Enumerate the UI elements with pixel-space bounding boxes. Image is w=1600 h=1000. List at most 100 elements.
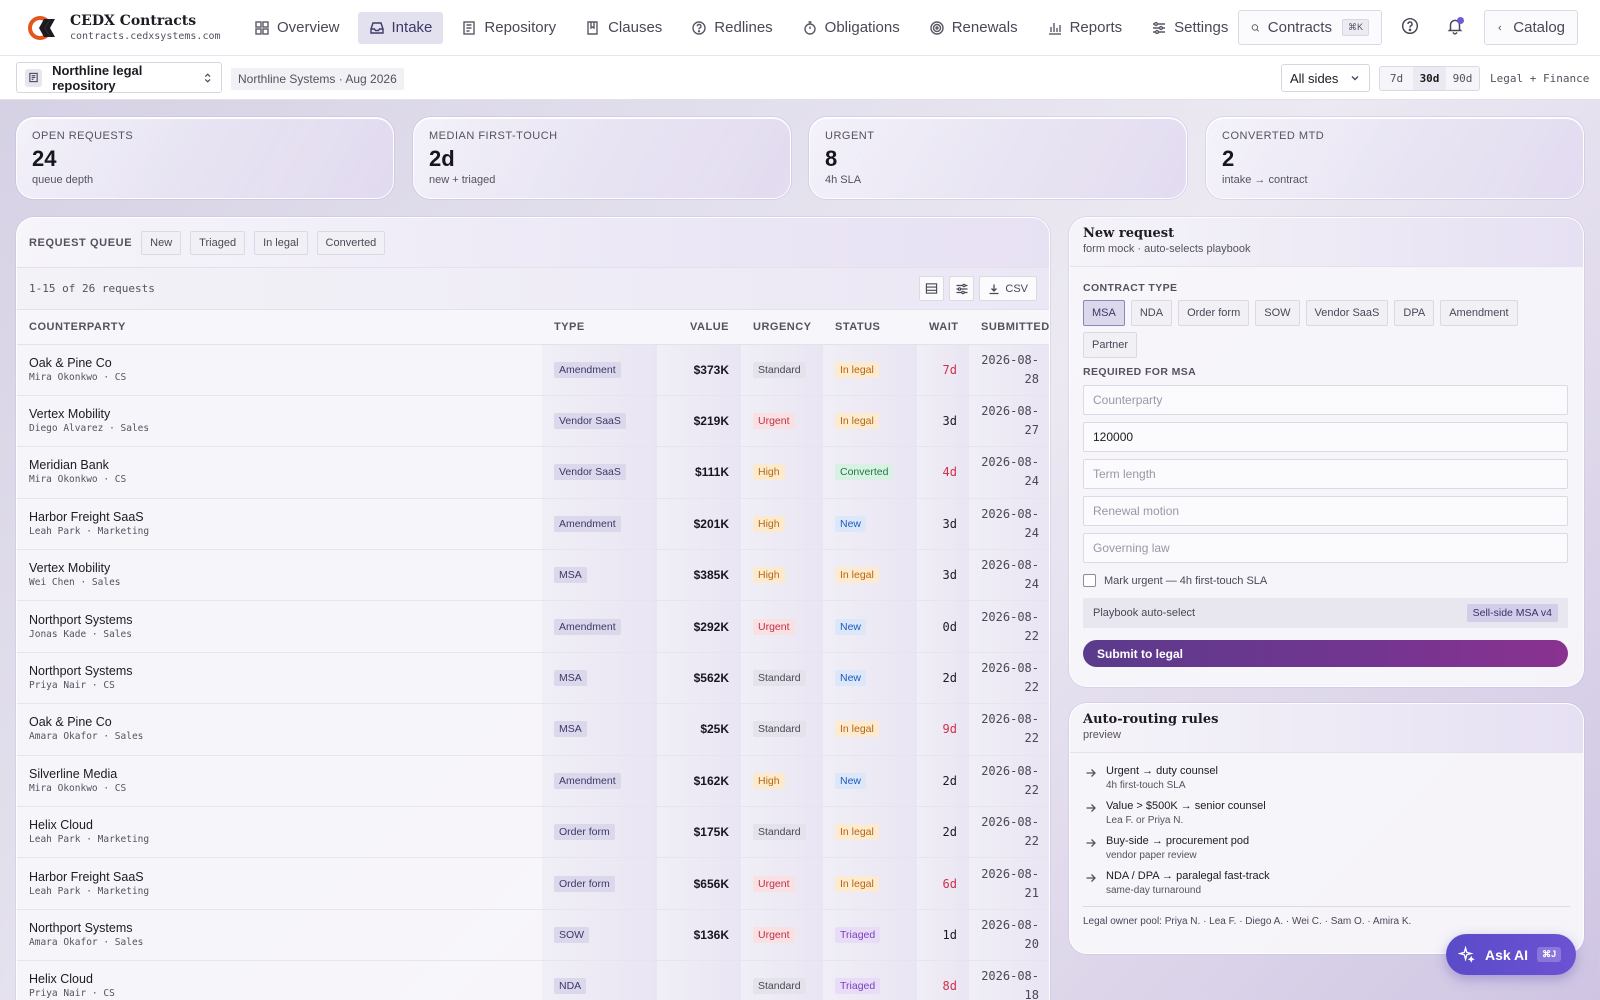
filter-chip-in-legal[interactable]: In legal bbox=[254, 230, 308, 255]
sides-select[interactable]: All sides bbox=[1281, 64, 1370, 92]
range-7d-button[interactable]: 7d bbox=[1380, 67, 1413, 90]
table-row[interactable]: Helix Cloud Priya Nair · CS NDA Standard Tri… bbox=[17, 960, 1049, 1000]
nav-item-clauses[interactable]: Clauses bbox=[574, 12, 673, 44]
table-row[interactable]: Silverline Media Mira Okonkwo · CS Amendme… bbox=[17, 755, 1049, 808]
column-header-status[interactable]: STATUS bbox=[823, 310, 917, 345]
table-row[interactable]: Helix Cloud Leah Park · Marketing Order fo… bbox=[17, 806, 1049, 859]
contract-type-partner[interactable]: Partner bbox=[1083, 332, 1138, 358]
submitted-date-day: 24 bbox=[1024, 525, 1039, 540]
kpi-value: 24 bbox=[32, 146, 57, 171]
routing-rule-title: Value > $500K → senior counsel bbox=[1106, 800, 1266, 812]
contract-type-order-form[interactable]: Order form bbox=[1178, 300, 1250, 326]
column-header-wait[interactable]: WAIT bbox=[917, 310, 969, 345]
term-length-field[interactable] bbox=[1083, 459, 1568, 489]
column-header-submitted[interactable]: SUBMITTED bbox=[969, 310, 1049, 345]
counterparty-name[interactable]: Silverline Media bbox=[29, 766, 530, 782]
table-row[interactable]: Harbor Freight SaaS Leah Park · Marketing… bbox=[17, 498, 1049, 551]
counterparty-name[interactable]: Northport Systems bbox=[29, 663, 530, 679]
nav-item-reports[interactable]: Reports bbox=[1036, 12, 1134, 44]
column-settings-button[interactable] bbox=[949, 276, 975, 301]
ask-ai-button[interactable]: Ask AI ⌘J bbox=[1446, 934, 1576, 975]
column-header-counterparty[interactable]: COUNTERPARTY bbox=[17, 310, 542, 345]
counterparty-name[interactable]: Oak & Pine Co bbox=[29, 714, 530, 730]
table-row[interactable]: Vertex Mobility Wei Chen · Sales MSA $385K H… bbox=[17, 549, 1049, 602]
submitted-date-part: 2026-08- bbox=[981, 815, 1039, 830]
table-row[interactable]: Harbor Freight SaaS Leah Park · Marketing… bbox=[17, 857, 1049, 910]
csv-export-button[interactable]: CSV bbox=[979, 276, 1037, 301]
renewal-motion-field[interactable] bbox=[1083, 496, 1568, 526]
contract-type-msa[interactable]: MSA bbox=[1083, 300, 1125, 326]
nav-item-overview[interactable]: Overview bbox=[243, 12, 351, 44]
contract-type-dpa[interactable]: DPA bbox=[1394, 300, 1435, 326]
column-header-type[interactable]: TYPE bbox=[542, 310, 657, 345]
brand[interactable]: CEDX Contracts contracts.cedxsystems.com bbox=[27, 13, 227, 43]
nav-item-redlines[interactable]: Redlines bbox=[680, 12, 783, 44]
urgency-badge: Urgent bbox=[753, 618, 795, 635]
counterparty-name[interactable]: Vertex Mobility bbox=[29, 560, 530, 576]
submitted-date-part: 2026-08- bbox=[981, 558, 1039, 573]
requester: Amara Okafor · Sales bbox=[29, 936, 144, 948]
table-row[interactable]: Meridian Bank Mira Okonkwo · CS Vendor Saa… bbox=[17, 446, 1049, 499]
nav-item-renewals[interactable]: Renewals bbox=[918, 12, 1029, 44]
counterparty-name[interactable]: Harbor Freight SaaS bbox=[29, 509, 530, 525]
type-badge: NDA bbox=[554, 978, 587, 995]
notification-dot bbox=[1457, 17, 1464, 24]
request-queue-header: REQUEST QUEUE New Triaged In legal Conve… bbox=[17, 218, 1049, 268]
catalog-button[interactable]: Catalog bbox=[1484, 10, 1578, 45]
nav-item-intake[interactable]: Intake bbox=[357, 11, 444, 44]
cell-type: MSA bbox=[542, 652, 657, 705]
kpi-sub: new + triaged bbox=[429, 174, 496, 186]
contract-type-vendor-saas[interactable]: Vendor SaaS bbox=[1305, 300, 1389, 326]
routing-rule-title: NDA / DPA → paralegal fast-track bbox=[1106, 870, 1270, 882]
counterparty-field[interactable] bbox=[1083, 385, 1568, 415]
governing-law-field[interactable] bbox=[1083, 533, 1568, 563]
repository-icon bbox=[463, 20, 476, 35]
required-fields-label: REQUIRED FOR MSA bbox=[1083, 366, 1197, 378]
requester: Priya Nair · CS bbox=[29, 988, 115, 1000]
table-row[interactable]: Northport Systems Amara Okafor · Sales SOW… bbox=[17, 909, 1049, 962]
counterparty-name[interactable]: Helix Cloud bbox=[29, 817, 530, 833]
contract-type-sow[interactable]: SOW bbox=[1255, 300, 1300, 326]
counterparty-name[interactable]: Meridian Bank bbox=[29, 457, 530, 473]
submit-to-legal-button[interactable]: Submit to legal bbox=[1083, 640, 1568, 667]
mark-urgent-row[interactable]: Mark urgent — 4h first-touch SLA bbox=[1083, 574, 1570, 587]
range-30d-button[interactable]: 30d bbox=[1413, 67, 1446, 90]
kpi-label: OPEN REQUESTS bbox=[32, 130, 134, 142]
counterparty-name[interactable]: Helix Cloud bbox=[29, 971, 530, 987]
table-row[interactable]: Northport Systems Jonas Kade · Sales Amend… bbox=[17, 600, 1049, 653]
contract-type-nda[interactable]: NDA bbox=[1130, 300, 1173, 326]
table-row[interactable]: Oak & Pine Co Mira Okonkwo · CS Amendment $… bbox=[17, 344, 1049, 396]
cell-urgency: Urgent bbox=[741, 909, 823, 962]
kpi-sub: 4h SLA bbox=[825, 174, 862, 186]
repository-select[interactable]: Northline legal repository bbox=[16, 62, 222, 93]
help-icon[interactable] bbox=[1401, 17, 1419, 35]
table-row[interactable]: Vertex Mobility Diego Alvarez · Sales Vend… bbox=[17, 395, 1049, 448]
arrow-right-icon bbox=[1086, 769, 1096, 777]
urgency-badge: Urgent bbox=[753, 926, 795, 943]
filter-chip-converted[interactable]: Converted bbox=[316, 230, 386, 255]
range-90d-button[interactable]: 90d bbox=[1446, 67, 1479, 90]
filter-chip-triaged[interactable]: Triaged bbox=[190, 230, 246, 255]
table-row[interactable]: Northport Systems Priya Nair · CS MSA $562K… bbox=[17, 652, 1049, 705]
column-header-urgency[interactable]: URGENCY bbox=[741, 310, 823, 345]
counterparty-name[interactable]: Harbor Freight SaaS bbox=[29, 869, 530, 885]
value-field[interactable] bbox=[1083, 422, 1568, 452]
cell-wait: 2d bbox=[917, 755, 969, 808]
filter-chip-new[interactable]: New bbox=[141, 230, 182, 255]
contract-type-amendment[interactable]: Amendment bbox=[1440, 300, 1518, 326]
nav-item-settings[interactable]: Settings bbox=[1140, 12, 1239, 44]
counterparty-name[interactable]: Oak & Pine Co bbox=[29, 355, 530, 371]
column-header-value[interactable]: VALUE bbox=[657, 310, 741, 345]
contracts-search-button[interactable]: Contracts ⌘K bbox=[1238, 10, 1382, 45]
counterparty-name[interactable]: Northport Systems bbox=[29, 920, 530, 936]
counterparty-name[interactable]: Vertex Mobility bbox=[29, 406, 530, 422]
table-row[interactable]: Oak & Pine Co Amara Okafor · Sales MSA $25K… bbox=[17, 703, 1049, 756]
nav-item-obligations[interactable]: Obligations bbox=[791, 12, 911, 44]
mark-urgent-checkbox[interactable] bbox=[1083, 574, 1096, 587]
requester: Mira Okonkwo · CS bbox=[29, 371, 127, 383]
cell-counterparty: Helix Cloud Priya Nair · CS bbox=[17, 960, 542, 1000]
cell-submitted: 2026-08- 27 bbox=[969, 395, 1049, 448]
density-toggle-button[interactable] bbox=[919, 276, 945, 301]
counterparty-name[interactable]: Northport Systems bbox=[29, 612, 530, 628]
nav-item-repository[interactable]: Repository bbox=[450, 12, 567, 44]
